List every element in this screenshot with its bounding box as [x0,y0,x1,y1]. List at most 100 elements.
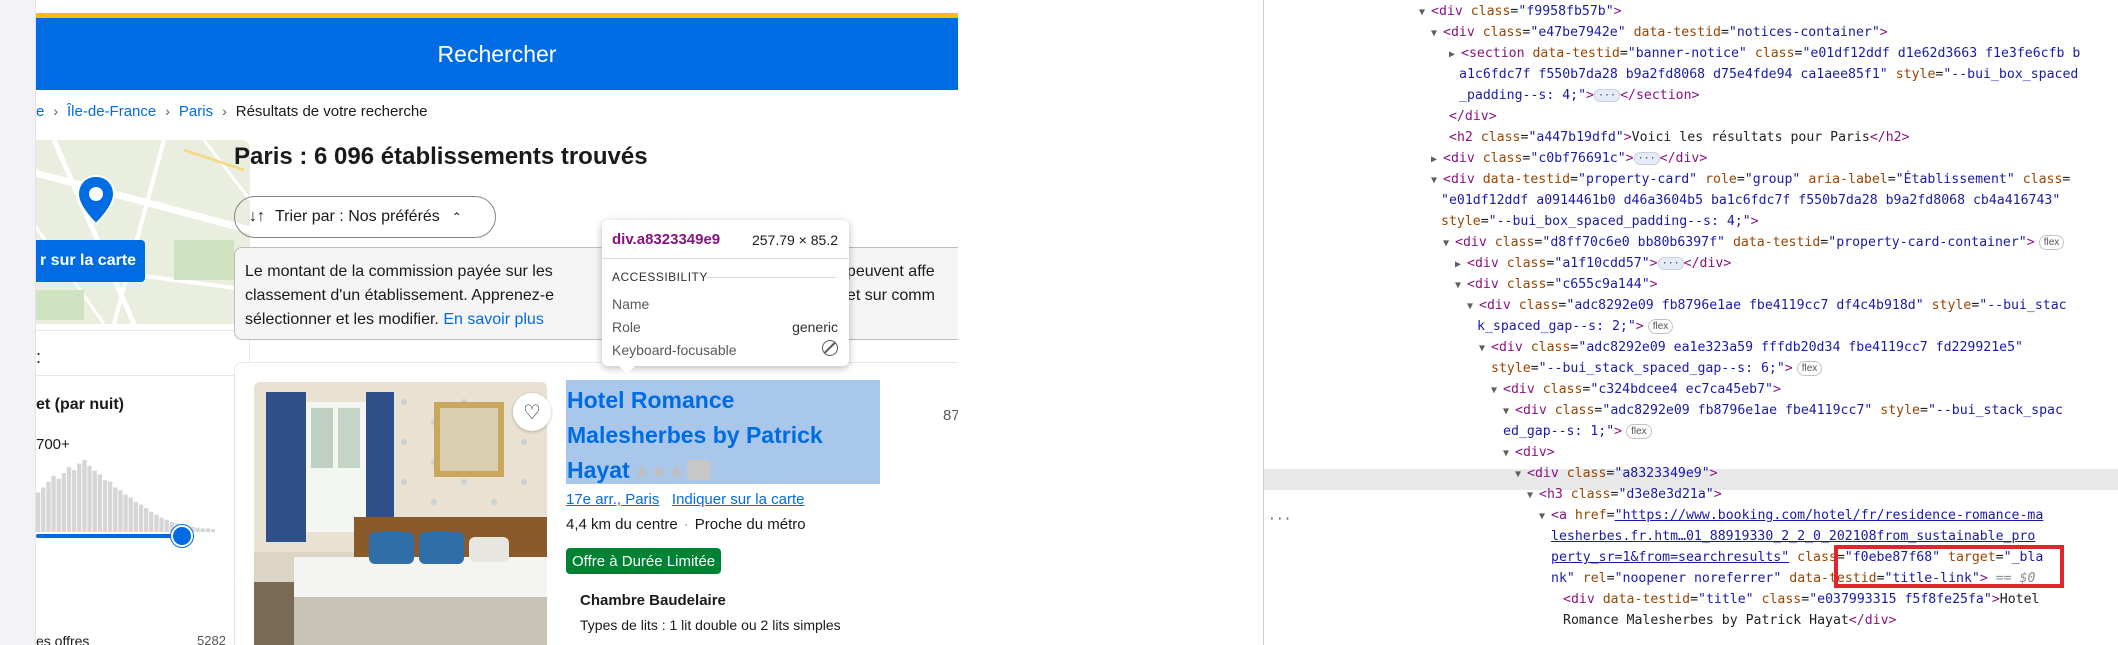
dom-tree-line[interactable]: k_spaced_gap--s: 2;"> flex [1477,316,1674,337]
map-preview[interactable] [36,140,250,324]
search-button[interactable]: Rechercher [36,18,958,90]
histogram-bar [133,501,138,532]
dom-tree-line[interactable]: lesherbes.fr.htm…01_88919330_2_2_0_20210… [1551,526,2035,547]
metro-text: Proche du métro [694,516,806,533]
notice-line: classement d'un établissement. Apprenez-… [245,287,555,304]
annotation-red-box [1834,545,2064,588]
histogram-bar [108,481,113,532]
not-focusable-icon [822,340,838,356]
review-count-partial: 87 expé [943,407,958,424]
chevron-right-icon: › [222,103,227,119]
sort-arrows-icon: ↓↑ [249,208,265,225]
histogram-bar [154,514,159,532]
dom-tree-line[interactable]: ▼ <div class="d8ff70c6e0 bb80b6397f" data… [1443,232,2065,253]
devtools-inspect-tooltip: div.a8323349e9 257.79 × 85.2 ACCESSIBILI… [602,220,849,374]
histogram-bar [72,470,77,532]
more-options-icon[interactable]: ··· [1268,512,1291,527]
budget-slider-track[interactable] [36,534,186,538]
hotel-title-line-with-rating: Hayat ★★★ [567,453,879,490]
dom-tree-line[interactable]: style="--bui_box_spaced_padding--s: 4;"> [1441,211,1759,232]
histogram-bar [51,475,56,532]
dom-tree-line[interactable]: ▶ <div class="c0bf76691c"> ··· </div> [1431,148,1707,169]
dom-tree-line[interactable]: ▼ <div class="adc8292e09 ea1e323a59 fffdb… [1479,337,2023,358]
breadcrumb: e › Île-de-France › Paris › Résultats de… [36,101,428,121]
histogram-bar [77,463,82,532]
dom-tree-line[interactable]: ▼ <div class="e47be7942e" data-testid="no… [1431,22,1888,43]
histogram-bar [87,465,92,532]
dom-tree-line[interactable]: <h2 class="a447b19dfd">Voici les résulta… [1449,127,1910,148]
notice-line: Le montant de la commission payée sur le… [245,263,553,280]
filter-option-count: 5282 [197,633,226,645]
dom-tree-line[interactable]: ▼ <div class="adc8292e09 fb8796e1ae fbe41… [1467,295,2067,316]
histogram-bar [144,508,149,532]
dom-tree-line[interactable]: ▼ <div class="c655c9a144"> [1455,274,1658,295]
blank-area [958,0,1263,645]
tooltip-row-value: generic [792,319,838,335]
save-favorite-heart-icon[interactable]: ♡ [513,393,551,431]
dom-tree-line[interactable]: ▶ <section data-testid="banner-notice" cl… [1449,43,2080,64]
hotel-title-link[interactable]: Hotel Romance Malesherbes by Patrick Hay… [567,383,879,490]
dom-tree-line[interactable]: </div> [1449,106,1497,127]
dom-tree-line[interactable]: ed_gap--s: 1;"> flex [1503,421,1652,442]
tooltip-row-label: Name [612,296,650,312]
histogram-bar [159,517,164,532]
dom-tree-line[interactable]: ▼ <div> [1503,442,1555,463]
histogram-bar [92,470,97,532]
breadcrumb-item-paris[interactable]: Paris [179,103,213,120]
price-histogram [36,460,216,532]
histogram-bar [97,474,102,532]
dom-tree-line[interactable]: a1c6fdc7f f550b7da28 b9a2fd8068 d75e4fde… [1459,64,2078,85]
dom-tree-line[interactable]: ▼ <div class="adc8292e09 fb8796e1ae fbe41… [1503,400,2063,421]
dom-tree-line[interactable]: ▶ <div class="a1f10cdd57"> ··· </div> [1455,253,1731,274]
dom-tree-line[interactable]: ▼ <div data-testid="property-card" role="… [1431,169,2070,190]
show-on-map-link[interactable]: Indiquer sur la carte [672,491,805,508]
dom-tree-line[interactable]: ▼ <a href="https://www.booking.com/hotel/… [1539,505,2043,526]
dom-tree-line[interactable]: ▼ <h3 class="d3e8e3d21a"> [1527,484,1722,505]
tooltip-size: 257.79 × 85.2 [751,232,838,248]
filter-option-best-offers[interactable]: es offres [36,633,89,645]
histogram-bar [164,519,169,532]
browser-left-strip [0,0,36,645]
dom-tree-line[interactable]: ▼ <div class="a8323349e9"> [1515,463,1718,484]
dom-tree-line[interactable]: style="--bui_stack_spaced_gap--s: 6;"> fl… [1491,358,1823,379]
dom-tree-line[interactable]: <div data-testid="title" class="e0379933… [1563,589,2039,610]
location-line: 17e arr., Paris Indiquer sur la carte [566,491,804,508]
chevron-right-icon: › [165,103,170,119]
location-link[interactable]: 17e arr., Paris [566,491,659,508]
dom-tree-line[interactable]: "e01df12ddf a0914461b0 d46a3604b5 ba1c6f… [1441,190,2060,211]
tooltip-row-label: Keyboard-focusable [612,342,737,358]
histogram-bar [195,527,200,532]
limited-time-deal-badge: Offre à Durée Limitée [566,548,722,574]
histogram-bar [102,480,108,532]
budget-slider-handle[interactable] [171,525,193,547]
header-cap [36,0,958,13]
histogram-bar [149,511,154,532]
learn-more-link[interactable]: En savoir plus [443,311,544,328]
divider [706,277,836,278]
hotel-title-line: Hotel Romance [567,387,735,413]
sort-button[interactable]: ↓↑ Trier par : Nos préférés ⌃ [234,196,496,238]
commission-notice: Le montant de la commission payée sur le… [234,247,958,340]
sort-label: Trier par : Nos préférés [275,208,440,225]
chevron-updown-icon: ⌃ [451,210,462,224]
histogram-bar [205,528,210,532]
distance-text: 4,4 km du centre [566,516,678,533]
histogram-bar [46,481,51,532]
breadcrumb-item-current: Résultats de votre recherche [235,102,428,120]
notice-line: sélectionner et les modifier. En savoir … [245,308,544,332]
histogram-bar [61,473,66,532]
dom-tree-line[interactable]: _padding--s: 4;"> ··· </section> [1459,85,1699,106]
hotel-photo[interactable] [254,382,547,645]
dom-tree-line[interactable]: ▼ <div class="c324bdcee4 ec7ca45eb7"> [1491,379,1781,400]
hotel-title-line: Malesherbes by Patrick [567,422,823,448]
dom-tree-line[interactable]: ▼ <div class="f9958fb57b"> [1419,1,1622,22]
histogram-bar [118,490,123,532]
breadcrumb-item-region-partial[interactable]: e [36,103,44,120]
breadcrumb-item-ile-de-france[interactable]: Île-de-France [67,103,156,120]
tooltip-selector: div.a8323349e9 [612,231,721,248]
dom-tree-line[interactable]: Romance Malesherbes by Patrick Hayat</di… [1563,610,1896,631]
notice-line-text: sélectionner et les modifier. [245,311,439,328]
show-on-map-button[interactable]: r sur la carte [36,240,145,282]
bed-types: Types de lits : 1 lit double ou 2 lits s… [580,617,841,633]
histogram-bar [36,492,41,532]
